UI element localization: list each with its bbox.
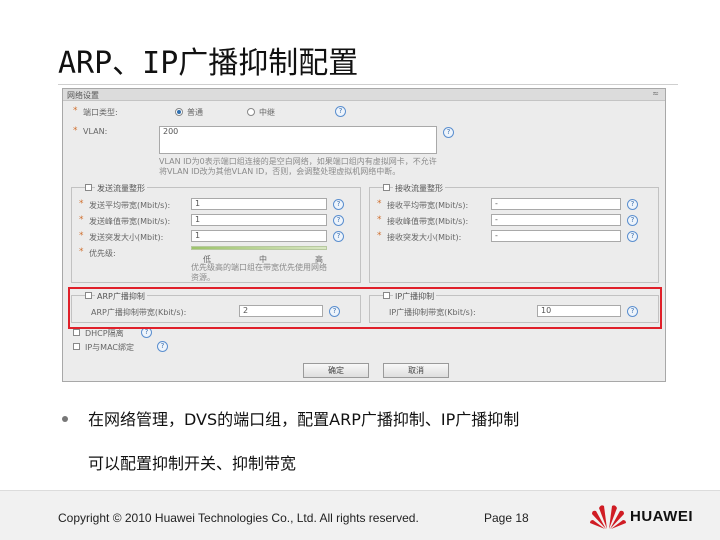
help-icon[interactable]: ? [333, 231, 344, 242]
recv-burst-input[interactable]: - [491, 230, 621, 242]
page-number: Page 18 [484, 511, 529, 525]
send-peak-input[interactable]: 1 [191, 214, 327, 226]
ipmac-binding-checkbox[interactable] [73, 343, 80, 350]
bullet-text-line2: 可以配置抑制开关、抑制带宽 [88, 454, 297, 473]
required-marker: * [79, 199, 84, 209]
port-type-label: 端口类型: [83, 108, 118, 117]
send-avg-input[interactable]: 1 [191, 198, 327, 210]
recv-shaping-checkbox[interactable] [383, 184, 390, 191]
help-icon[interactable]: ? [335, 106, 346, 117]
help-icon[interactable]: ? [443, 127, 454, 138]
dhcp-isolation-checkbox[interactable] [73, 329, 80, 336]
copyright-text: Copyright © 2010 Huawei Technologies Co.… [58, 511, 419, 525]
send-avg-label: 发送平均带宽(Mbit/s): [89, 201, 171, 210]
recv-burst-label: 接收突发大小(Mbit): [387, 233, 462, 242]
send-shaping-label: 发送流量整形 [95, 183, 147, 194]
collapse-icon[interactable]: ≈ [652, 89, 659, 98]
recv-avg-input[interactable]: - [491, 198, 621, 210]
network-settings-dialog: 网络设置 ≈ * 端口类型: 普通 中继 ? * VLAN: 200 ? VLA… [62, 88, 666, 382]
dialog-titlebar: 网络设置 ≈ [63, 89, 665, 101]
required-marker: * [73, 126, 78, 136]
send-shaping-checkbox[interactable] [85, 184, 92, 191]
required-marker: * [79, 247, 84, 257]
help-icon[interactable]: ? [333, 215, 344, 226]
priority-note: 优先级高的端口组在带宽优先使用网络资源。 [191, 263, 327, 282]
dialog-title: 网络设置 [67, 91, 99, 100]
bullet-text-line1: 在网络管理，DVS的端口组，配置ARP广播抑制、IP广播抑制 [88, 410, 520, 429]
required-marker: * [377, 231, 382, 241]
ok-button[interactable]: 确定 [303, 363, 369, 378]
recv-peak-label: 接收峰值带宽(Mbit/s): [387, 217, 469, 226]
ipmac-binding-label: IP与MAC绑定 [85, 343, 135, 352]
help-icon[interactable]: ? [627, 199, 638, 210]
suppression-highlight-box [68, 287, 662, 329]
cancel-button[interactable]: 取消 [383, 363, 449, 378]
send-burst-input[interactable]: 1 [191, 230, 327, 242]
required-marker: * [377, 215, 382, 225]
priority-slider[interactable] [191, 246, 327, 250]
required-marker: * [79, 215, 84, 225]
help-icon[interactable]: ? [627, 215, 638, 226]
dhcp-isolation-label: DHCP隔离 [85, 329, 124, 338]
recv-avg-label: 接收平均带宽(Mbit/s): [387, 201, 469, 210]
huawei-logo-icon [590, 505, 626, 529]
radio-normal[interactable] [175, 108, 183, 116]
radio-normal-label: 普通 [187, 108, 203, 117]
vlan-textarea[interactable]: 200 [159, 126, 437, 154]
recv-peak-input[interactable]: - [491, 214, 621, 226]
slide-title: ARP、IP广播抑制配置 [58, 46, 359, 81]
help-icon[interactable]: ? [627, 231, 638, 242]
bullet-icon [62, 416, 68, 422]
radio-trunk-label: 中继 [259, 108, 275, 117]
priority-label: 优先级: [89, 249, 116, 258]
send-burst-label: 发送突发大小(Mbit): [89, 233, 164, 242]
radio-trunk[interactable] [247, 108, 255, 116]
huawei-logo-text: HUAWEI [630, 508, 693, 525]
recv-shaping-label: 接收流量整形 [393, 183, 445, 194]
required-marker: * [79, 231, 84, 241]
required-marker: * [73, 106, 78, 116]
help-icon[interactable]: ? [157, 341, 168, 352]
vlan-label: VLAN: [83, 127, 108, 136]
send-peak-label: 发送峰值带宽(Mbit/s): [89, 217, 171, 226]
title-divider [58, 84, 678, 85]
required-marker: * [377, 199, 382, 209]
vlan-note: VLAN ID为0表示端口组连接的是空白网络，如果端口组内有虚拟网卡，不允许将V… [159, 157, 437, 176]
help-icon[interactable]: ? [333, 199, 344, 210]
